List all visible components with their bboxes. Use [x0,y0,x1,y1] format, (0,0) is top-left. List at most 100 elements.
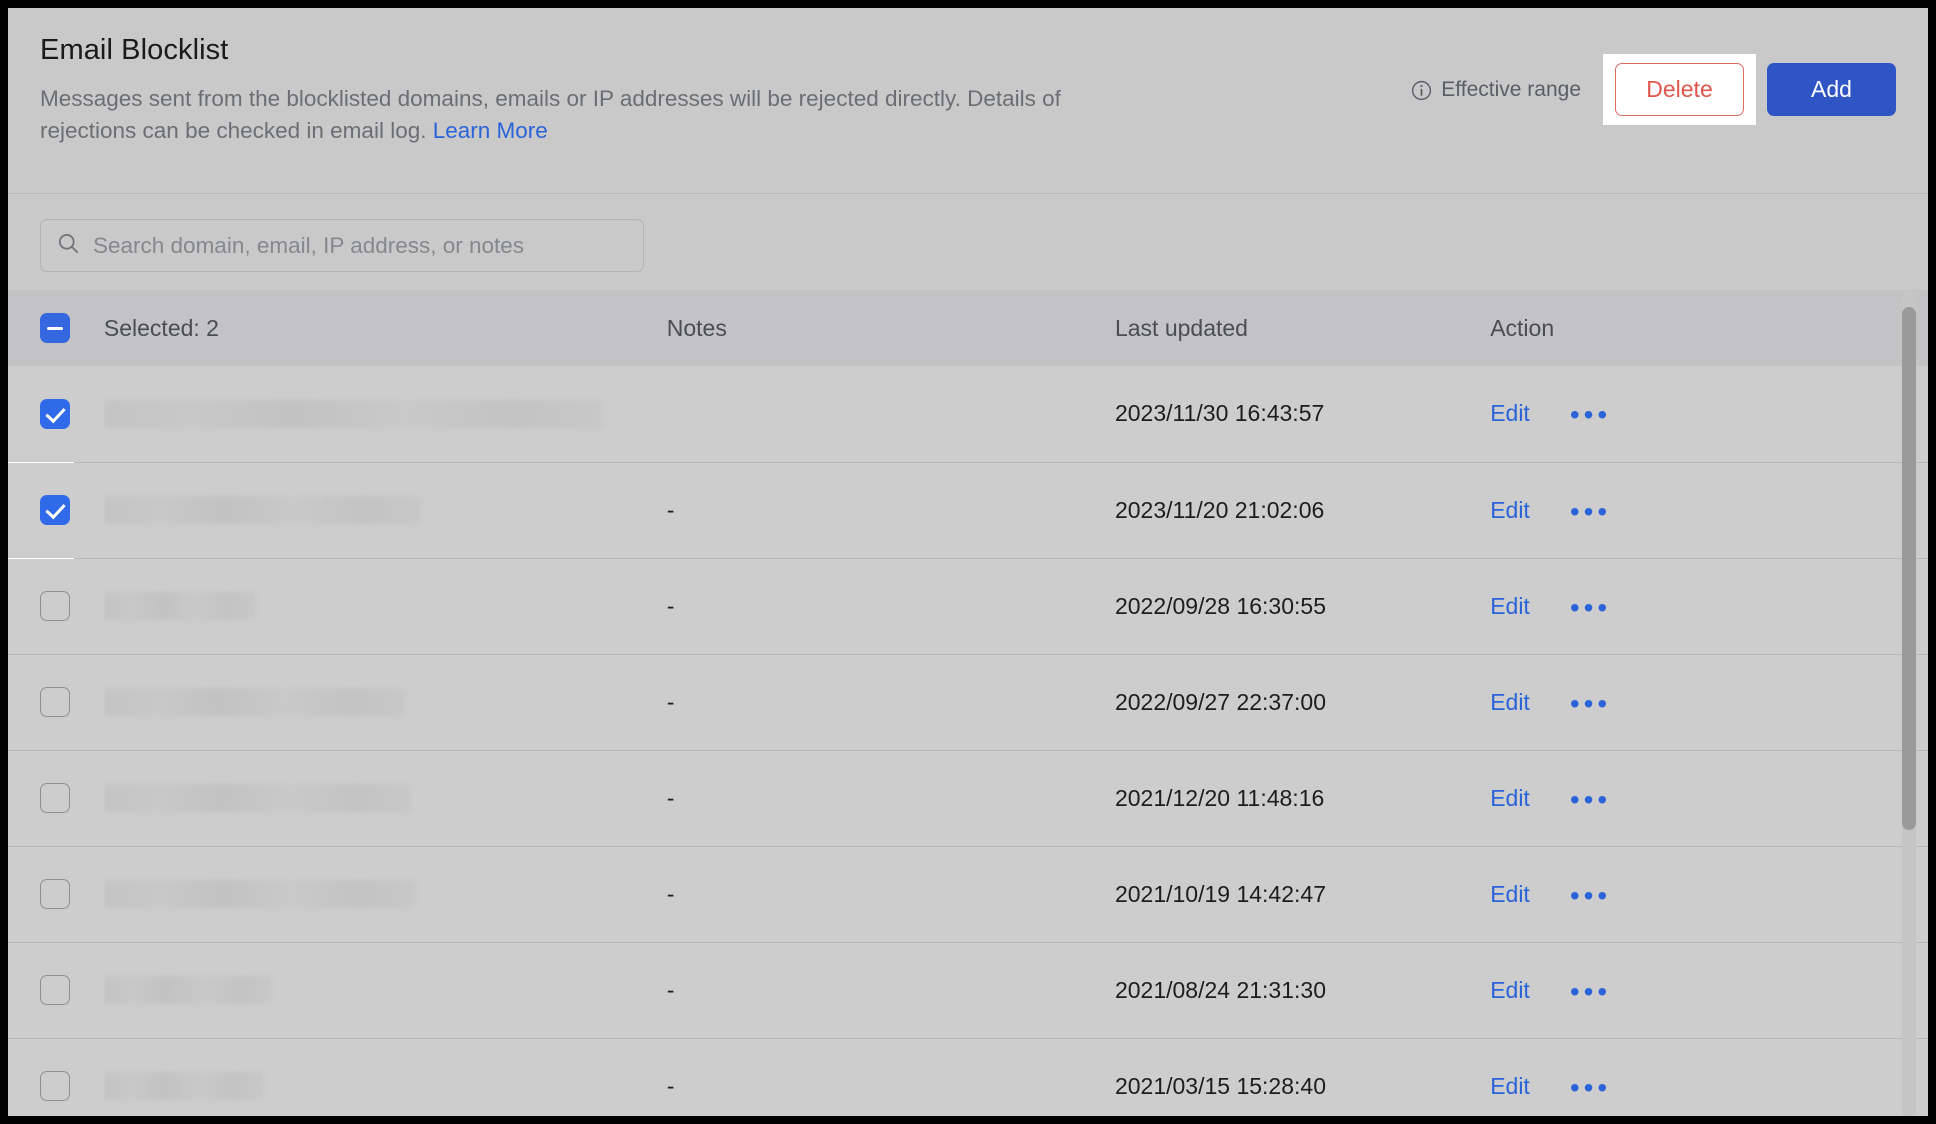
more-options-icon[interactable]: ••• [1570,603,1611,613]
blocklist-table-area: Selected: 2 Notes Last updated Action 20… [8,290,1928,1116]
row-checkbox[interactable] [40,783,70,813]
row-address-cell [104,558,667,654]
edit-link[interactable]: Edit [1490,1073,1530,1099]
row-address-cell [104,654,667,750]
edit-link[interactable]: Edit [1490,881,1530,907]
row-checkbox-cell [8,942,104,1038]
info-circle-icon [1411,80,1432,101]
table-row[interactable]: -2021/03/15 15:28:40Edit ••• [8,1038,1928,1116]
more-options-icon[interactable]: ••• [1570,891,1611,901]
more-options-icon[interactable]: ••• [1570,507,1611,517]
row-checkbox-cell [8,558,104,654]
search-input-wrapper[interactable]: Search domain, email, IP address, or not… [40,219,644,272]
redacted-address [104,784,412,812]
edit-link[interactable]: Edit [1490,977,1530,1003]
action-header: Action [1490,290,1928,366]
row-last-updated-cell: 2021/03/15 15:28:40 [1115,1038,1490,1116]
edit-link[interactable]: Edit [1490,400,1530,426]
row-address-cell [104,942,667,1038]
row-checkbox[interactable] [40,687,70,717]
notes-header: Notes [667,290,1115,366]
header-actions: Effective range Delete Add [1411,54,1896,125]
row-address-cell [104,750,667,846]
row-last-updated-cell: 2023/11/30 16:43:57 [1115,366,1490,462]
row-action-cell: Edit ••• [1490,654,1928,750]
delete-button[interactable]: Delete [1615,63,1744,116]
search-bar-area: Search domain, email, IP address, or not… [8,194,1928,290]
row-notes-cell: - [667,558,1115,654]
row-checkbox[interactable] [40,975,70,1005]
row-action-cell: Edit ••• [1490,942,1928,1038]
more-options-icon[interactable]: ••• [1570,1083,1611,1093]
more-options-icon[interactable]: ••• [1570,699,1611,709]
row-checkbox[interactable] [40,591,70,621]
row-checkbox[interactable] [40,1071,70,1101]
page-description-text: Messages sent from the blocklisted domai… [40,86,1061,143]
row-checkbox-cell [8,1038,104,1116]
table-body: 2023/11/30 16:43:57Edit•••-2023/11/20 21… [8,366,1928,1116]
row-checkbox[interactable] [40,495,70,525]
selected-count-header: Selected: 2 [104,290,667,366]
row-checkbox-cell [8,750,104,846]
edit-link[interactable]: Edit [1490,593,1530,619]
select-all-header [8,290,104,366]
redacted-address [104,592,256,620]
select-all-checkbox[interactable] [40,313,70,343]
row-action-cell: Edit ••• [1490,558,1928,654]
edit-link[interactable]: Edit [1490,689,1530,715]
table-header: Selected: 2 Notes Last updated Action [8,290,1928,366]
row-checkbox-cell [8,654,104,750]
row-last-updated-cell: 2022/09/28 16:30:55 [1115,558,1490,654]
row-checkbox[interactable] [40,399,70,429]
search-input-placeholder: Search domain, email, IP address, or not… [93,233,524,259]
row-last-updated-cell: 2021/12/20 11:48:16 [1115,750,1490,846]
row-action-cell: Edit ••• [1490,1038,1928,1116]
page-description: Messages sent from the blocklisted domai… [40,83,1070,147]
row-action-cell: Edit ••• [1490,750,1928,846]
row-last-updated-cell: 2022/09/27 22:37:00 [1115,654,1490,750]
app-window: Email Blocklist Messages sent from the b… [8,8,1928,1116]
row-action-cell: Edit ••• [1490,846,1928,942]
row-last-updated-cell: 2021/08/24 21:31:30 [1115,942,1490,1038]
table-row[interactable]: -2021/08/24 21:31:30Edit ••• [8,942,1928,1038]
row-address-cell [104,1038,667,1116]
row-notes-cell: - [667,846,1115,942]
row-notes-cell: - [667,654,1115,750]
edit-link[interactable]: Edit [1490,785,1530,811]
table-row[interactable]: -2021/10/19 14:42:47Edit ••• [8,846,1928,942]
add-button[interactable]: Add [1767,63,1896,116]
more-options-icon[interactable]: ••• [1570,987,1611,997]
last-updated-header: Last updated [1115,290,1490,366]
row-checkbox[interactable] [40,879,70,909]
redacted-address [104,880,416,908]
redacted-address [104,1072,264,1100]
row-address-cell [104,366,667,462]
table-row[interactable]: -2023/11/20 21:02:06Edit ••• [8,462,1928,558]
edit-link[interactable]: Edit [1490,497,1530,523]
row-notes-cell: - [667,1038,1115,1116]
row-checkbox-cell [8,462,104,558]
row-address-cell [104,846,667,942]
redacted-address [104,976,272,1004]
table-row[interactable]: -2021/12/20 11:48:16Edit ••• [8,750,1928,846]
redacted-address [104,400,604,428]
row-notes-cell [667,366,1115,462]
table-row[interactable]: -2022/09/27 22:37:00Edit ••• [8,654,1928,750]
page-header: Email Blocklist Messages sent from the b… [8,8,1928,194]
row-notes-cell: - [667,942,1115,1038]
effective-range-hint[interactable]: Effective range [1411,78,1581,102]
more-options-icon[interactable]: ••• [1570,410,1611,420]
table-row[interactable]: 2023/11/30 16:43:57Edit ••• [8,366,1928,462]
row-action-cell: Edit ••• [1490,366,1928,462]
learn-more-link[interactable]: Learn More [433,118,548,143]
row-last-updated-cell: 2021/10/19 14:42:47 [1115,846,1490,942]
row-last-updated-cell: 2023/11/20 21:02:06 [1115,462,1490,558]
row-notes-cell: - [667,462,1115,558]
more-options-icon[interactable]: ••• [1570,795,1611,805]
row-notes-cell: - [667,750,1115,846]
table-row[interactable]: -2022/09/28 16:30:55Edit ••• [8,558,1928,654]
row-action-cell: Edit ••• [1490,462,1928,558]
redacted-address [104,496,422,524]
table-scrollbar-thumb[interactable] [1902,307,1916,830]
row-checkbox-cell [8,846,104,942]
